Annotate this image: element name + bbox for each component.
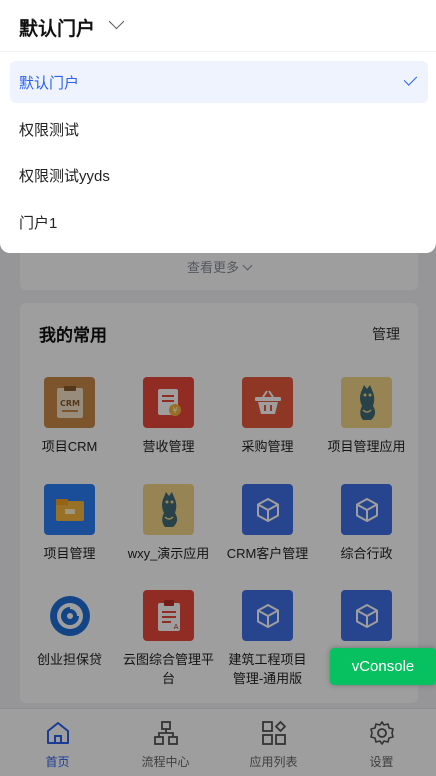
portal-option-label: 权限测试yyds: [19, 168, 110, 185]
portal-title: 默认门户: [19, 19, 96, 40]
check-icon: [403, 72, 418, 86]
portal-option[interactable]: 权限测试yyds: [10, 154, 428, 196]
portal-option-label: 默认门户: [19, 75, 80, 92]
vconsole-button[interactable]: vConsole: [330, 648, 436, 685]
portal-option[interactable]: 门户1: [10, 201, 428, 243]
portal-option[interactable]: 默认门户: [10, 61, 428, 103]
portal-switcher[interactable]: 默认门户: [0, 0, 436, 52]
chevron-down-icon: [108, 13, 125, 30]
portal-option-label: 权限测试: [19, 122, 80, 139]
portal-dropdown: 默认门户 默认门户 权限测试 权限测试yyds 门户1: [0, 0, 436, 253]
portal-option[interactable]: 权限测试: [10, 108, 428, 150]
portal-option-label: 门户1: [19, 215, 58, 232]
